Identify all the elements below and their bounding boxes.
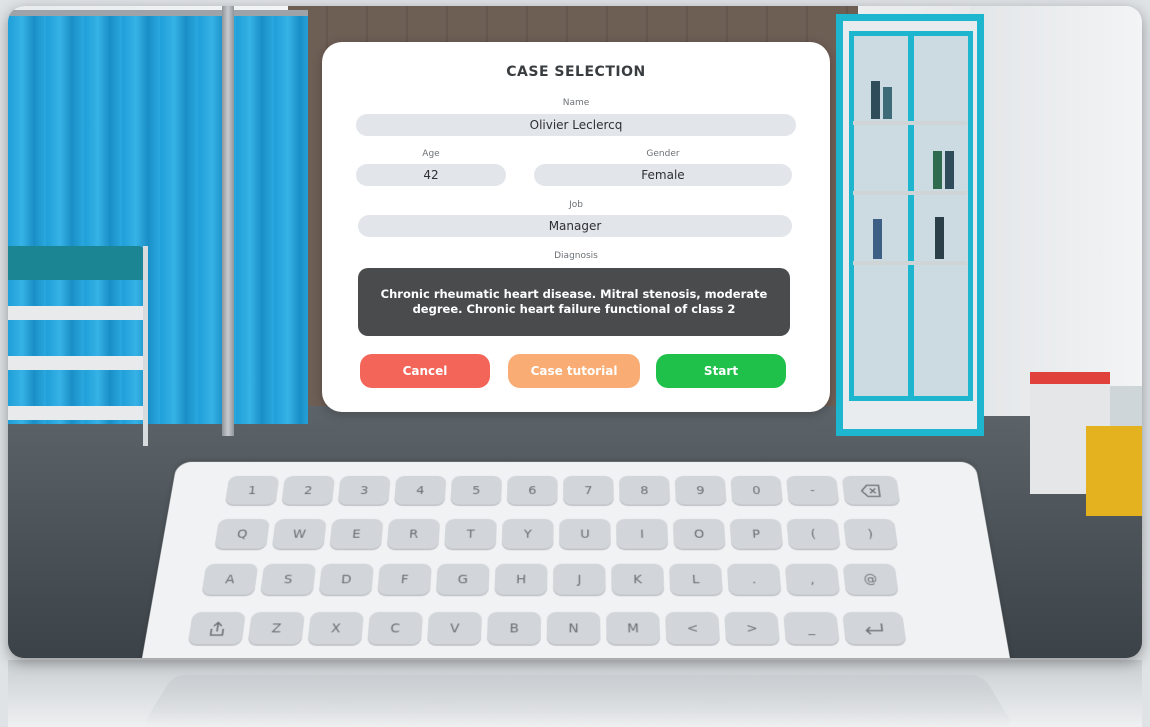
medicine-cabinet bbox=[836, 14, 984, 436]
key-row2-1[interactable]: W bbox=[272, 519, 327, 550]
gender-field[interactable]: Female bbox=[534, 164, 792, 186]
key-row4-0[interactable]: Z bbox=[247, 612, 305, 646]
keyboard-row-zxcv: Z X C V B N M < > _ bbox=[187, 612, 912, 646]
job-field[interactable]: Manager bbox=[358, 215, 792, 237]
keyboard-row-qwerty: Q W E R T Y U I O P() bbox=[214, 519, 904, 550]
key-row3-7[interactable]: K bbox=[611, 564, 664, 597]
case-tutorial-button[interactable]: Case tutorial bbox=[508, 354, 640, 388]
key-row1-1[interactable]: 2 bbox=[281, 476, 335, 506]
key-row4-7[interactable]: < bbox=[665, 612, 720, 646]
job-label: Job bbox=[322, 200, 830, 210]
key-row1-3[interactable]: 4 bbox=[394, 476, 447, 506]
key-row2-11[interactable]: ) bbox=[843, 519, 898, 550]
name-label: Name bbox=[322, 98, 830, 108]
key-row1-7[interactable]: 8 bbox=[619, 476, 670, 506]
keyboard-row-numbers: 1234567890- bbox=[225, 476, 907, 506]
dialog-title: CASE SELECTION bbox=[322, 64, 830, 80]
key-row1-5[interactable]: 6 bbox=[507, 476, 558, 506]
key-row2-4[interactable]: T bbox=[444, 519, 497, 550]
key-row2-0[interactable]: Q bbox=[214, 519, 270, 550]
key-row2-7[interactable]: I bbox=[616, 519, 668, 550]
enter-icon bbox=[863, 622, 886, 636]
cancel-button[interactable]: Cancel bbox=[360, 354, 490, 388]
key-row3-5[interactable]: H bbox=[494, 564, 547, 597]
key-row2-5[interactable]: Y bbox=[502, 519, 554, 550]
case-selection-dialog: CASE SELECTION Name Olivier Leclercq Age… bbox=[322, 42, 830, 412]
key-row1-6[interactable]: 7 bbox=[563, 476, 614, 506]
side-wall bbox=[970, 6, 1142, 416]
key-row4-2[interactable]: C bbox=[367, 612, 423, 646]
key-row3-2[interactable]: D bbox=[318, 564, 374, 597]
key-row4-6[interactable]: M bbox=[606, 612, 660, 646]
key-row3-1[interactable]: S bbox=[260, 564, 316, 597]
key-row3-9[interactable]: . bbox=[727, 564, 782, 597]
gender-label: Gender bbox=[534, 149, 792, 159]
key-row4-1[interactable]: X bbox=[307, 612, 364, 646]
curtain-rod bbox=[8, 10, 308, 16]
curtain-pole bbox=[222, 6, 234, 436]
key-row3-8[interactable]: L bbox=[669, 564, 723, 597]
key-row2-3[interactable]: R bbox=[387, 519, 441, 550]
diagnosis-label: Diagnosis bbox=[322, 251, 830, 261]
key-row3-10[interactable]: , bbox=[785, 564, 841, 597]
age-field[interactable]: 42 bbox=[356, 164, 506, 186]
key-row4-9[interactable]: _ bbox=[783, 612, 840, 646]
keyboard-row-asdf: A S D F G H J K L., @ bbox=[201, 564, 905, 597]
key-row2-6[interactable]: U bbox=[559, 519, 611, 550]
vr-scene: CASE SELECTION Name Olivier Leclercq Age… bbox=[8, 6, 1142, 658]
waste-bin-yellow bbox=[1086, 426, 1142, 516]
key-row2-2[interactable]: E bbox=[329, 519, 383, 550]
key-row3-0[interactable]: A bbox=[201, 564, 258, 597]
key-row1-9[interactable]: 0 bbox=[730, 476, 783, 506]
diagnosis-field[interactable]: Chronic rheumatic heart disease. Mitral … bbox=[358, 268, 790, 336]
key-row1-8[interactable]: 9 bbox=[675, 476, 727, 506]
key-row1-4[interactable]: 5 bbox=[450, 476, 502, 506]
key-row2-10[interactable]: ( bbox=[786, 519, 841, 550]
start-button[interactable]: Start bbox=[656, 354, 786, 388]
virtual-keyboard: 1234567890- Q W E R T Y U I O P() A S D F G H J K L., @ ZX… bbox=[136, 422, 1016, 658]
medical-trolley bbox=[8, 246, 148, 446]
key-row1-2[interactable]: 3 bbox=[337, 476, 390, 506]
key-row2-8[interactable]: O bbox=[673, 519, 726, 550]
key-row1-0[interactable]: 1 bbox=[225, 476, 280, 506]
key-row4-8[interactable]: > bbox=[724, 612, 780, 646]
share-key[interactable] bbox=[187, 612, 246, 646]
key-row4-5[interactable]: N bbox=[547, 612, 601, 646]
floor-reflection bbox=[8, 660, 1142, 727]
key-row3-11[interactable]: @ bbox=[842, 564, 899, 597]
backspace-icon bbox=[860, 485, 882, 498]
age-label: Age bbox=[356, 149, 506, 159]
name-field[interactable]: Olivier Leclercq bbox=[356, 114, 796, 136]
enter-key[interactable] bbox=[842, 612, 907, 646]
share-icon bbox=[207, 622, 227, 636]
key-row4-4[interactable]: B bbox=[487, 612, 541, 646]
key-row4-3[interactable]: V bbox=[427, 612, 482, 646]
backspace-key[interactable] bbox=[842, 476, 901, 506]
key-row1-10[interactable]: - bbox=[786, 476, 840, 506]
key-row3-6[interactable]: J bbox=[553, 564, 606, 597]
key-row3-3[interactable]: F bbox=[377, 564, 432, 597]
key-row3-4[interactable]: G bbox=[436, 564, 490, 597]
key-row2-9[interactable]: P bbox=[729, 519, 783, 550]
